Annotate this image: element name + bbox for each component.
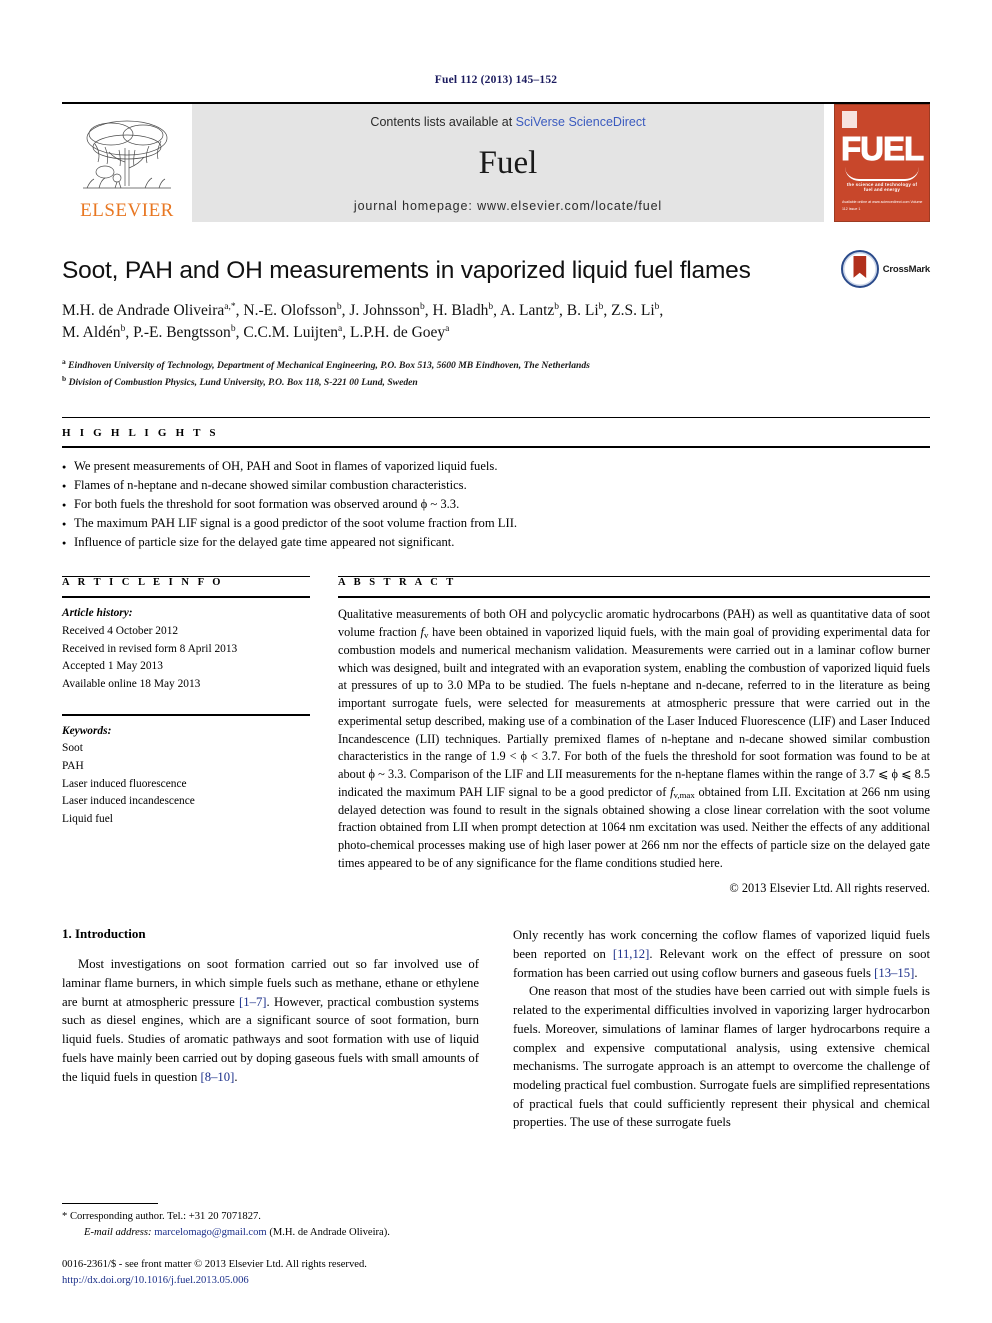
title-block: CrossMark Soot, PAH and OH measurements … [62, 250, 930, 391]
doi-link[interactable]: http://dx.doi.org/10.1016/j.fuel.2013.05… [62, 1273, 482, 1289]
highlights-section: H I G H L I G H T S We present measureme… [62, 416, 930, 554]
abstract-copyright: © 2013 Elsevier Ltd. All rights reserved… [729, 881, 930, 896]
article-history-label: Article history: [62, 607, 133, 620]
masthead-center: Contents lists available at SciVerse Sci… [192, 104, 824, 222]
history-item: Received 4 October 2012 [62, 625, 179, 638]
list-item: Flames of n-heptane and n-decane showed … [62, 476, 930, 496]
article-info-heading: A R T I C L E I N F O [62, 577, 224, 589]
cover-swoosh [845, 167, 919, 181]
body-columns: 1. Introduction Most investigations on s… [62, 926, 930, 1131]
footnote-block: * Corresponding author. Tel.: +31 20 707… [62, 1203, 482, 1289]
cover-subtitle: the science and technology of fuel and e… [846, 182, 918, 192]
paragraph: One reason that most of the studies have… [513, 984, 930, 1130]
keywords-list: Keywords: Soot PAH Laser induced fluores… [62, 716, 310, 829]
citation-ref[interactable]: [1–7] [239, 995, 266, 1009]
elsevier-tree-icon [83, 120, 171, 189]
abstract-part-2: have been obtained in vaporized liquid f… [338, 625, 930, 799]
footnote-rule [62, 1203, 158, 1205]
journal-cover-thumbnail: FUEL the science and technology of fuel … [834, 104, 930, 222]
contents-prefix: Contents lists available at [370, 115, 516, 129]
list-item: The maximum PAH LIF signal is a good pre… [62, 514, 930, 534]
journal-masthead: ELSEVIER Contents lists available at Sci… [62, 102, 930, 222]
fvmax-subscript: v,max [673, 789, 695, 800]
author-list: M.H. de Andrade Oliveiraa,*, N.-E. Olofs… [62, 300, 930, 345]
paragraph: Only recently has work concerning the co… [513, 926, 930, 982]
paragraph: Most investigations on soot formation ca… [62, 955, 479, 1086]
email-link[interactable]: marcelomago@gmail.com [154, 1227, 266, 1238]
history-item: Accepted 1 May 2013 [62, 660, 163, 673]
crossmark-ribbon-icon [853, 256, 867, 278]
intro-right-text-c: . [914, 965, 918, 980]
body-column-right: Only recently has work concerning the co… [513, 926, 930, 1131]
keywords-label: Keywords: [62, 724, 112, 737]
elsevier-wordmark: ELSEVIER [80, 200, 174, 221]
cover-footer-text: Available online at www.sciencedirect.co… [842, 200, 923, 212]
running-head: Fuel 112 (2013) 145–152 [434, 74, 558, 86]
elsevier-logo: ELSEVIER [62, 104, 192, 222]
email-owner: (M.H. de Andrade Oliveira). [269, 1227, 390, 1239]
section-heading-introduction: 1. Introduction [62, 926, 146, 942]
citation-ref[interactable]: [13–15] [874, 966, 914, 980]
cover-elsevier-mark-icon [842, 111, 857, 128]
contents-available-line: Contents lists available at SciVerse Sci… [370, 115, 645, 129]
history-item: Received in revised form 8 April 2013 [62, 642, 238, 655]
article-history: Article history: Received 4 October 2012… [62, 598, 310, 693]
abstract-heading: A B S T R A C T [338, 577, 457, 589]
paper-page: Fuel 112 (2013) 145–152 ELSEVIER Content… [0, 0, 992, 1323]
keyword-item: Liquid fuel [62, 813, 113, 826]
intro-left-text-c: . [234, 1069, 238, 1084]
affiliations: a Eindhoven University of Technology, De… [62, 356, 930, 391]
author-line-2: M. Aldénb, P.-E. Bengtssonb, C.C.M. Luij… [62, 323, 450, 342]
author-line-1: M.H. de Andrade Oliveiraa,*, N.-E. Olofs… [62, 301, 664, 319]
page-title: Soot, PAH and OH measurements in vaporiz… [62, 257, 751, 284]
journal-homepage-link[interactable]: journal homepage: www.elsevier.com/locat… [354, 199, 662, 213]
keyword-item: Laser induced fluorescence [62, 777, 187, 790]
list-item: For both fuels the threshold for soot fo… [62, 495, 930, 515]
highlights-heading: H I G H L I G H T S [62, 426, 219, 439]
affiliation-b: b Division of Combustion Physics, Lund U… [62, 374, 418, 389]
keywords-block: Keywords: Soot PAH Laser induced fluores… [62, 707, 310, 829]
history-item: Available online 18 May 2013 [62, 678, 201, 691]
info-abstract-row: A R T I C L E I N F O Article history: R… [62, 576, 930, 896]
affiliation-a-text: Eindhoven University of Technology, Depa… [68, 359, 590, 371]
email-label: E-mail address: [84, 1227, 152, 1239]
affiliation-a: a Eindhoven University of Technology, De… [62, 356, 590, 371]
abstract-text: Qualitative measurements of both OH and … [338, 598, 930, 872]
affiliation-b-text: Division of Combustion Physics, Lund Uni… [68, 377, 418, 389]
crossmark-badge-group[interactable]: CrossMark [840, 250, 931, 288]
cover-title: FUEL [841, 130, 925, 168]
keyword-item: PAH [62, 760, 84, 773]
article-info-column: A R T I C L E I N F O Article history: R… [62, 576, 310, 896]
sciencedirect-link[interactable]: SciVerse ScienceDirect [516, 115, 646, 129]
journal-title: Fuel [478, 144, 538, 181]
list-item: Influence of particle size for the delay… [62, 533, 930, 553]
highlights-list: We present measurements of OH, PAH and S… [62, 448, 930, 554]
issn-block: 0016-2361/$ - see front matter © 2013 El… [62, 1257, 482, 1289]
crossmark-label: CrossMark [882, 263, 931, 275]
issn-line: 0016-2361/$ - see front matter © 2013 El… [62, 1259, 367, 1271]
keyword-item: Laser induced incandescence [62, 795, 195, 808]
abstract-column: A B S T R A C T Qualitative measurements… [338, 576, 930, 896]
email-note: E-mail address: marcelomago@gmail.com (M… [62, 1225, 482, 1241]
keyword-item: Soot [62, 742, 83, 755]
crossmark-icon [840, 250, 879, 288]
body-column-left: 1. Introduction Most investigations on s… [62, 926, 479, 1131]
citation-ref[interactable]: [8–10] [201, 1070, 235, 1084]
list-item: We present measurements of OH, PAH and S… [62, 457, 930, 477]
citation-ref[interactable]: [11,12] [613, 947, 650, 961]
corresponding-author-note: * Corresponding author. Tel.: +31 20 707… [62, 1211, 261, 1223]
